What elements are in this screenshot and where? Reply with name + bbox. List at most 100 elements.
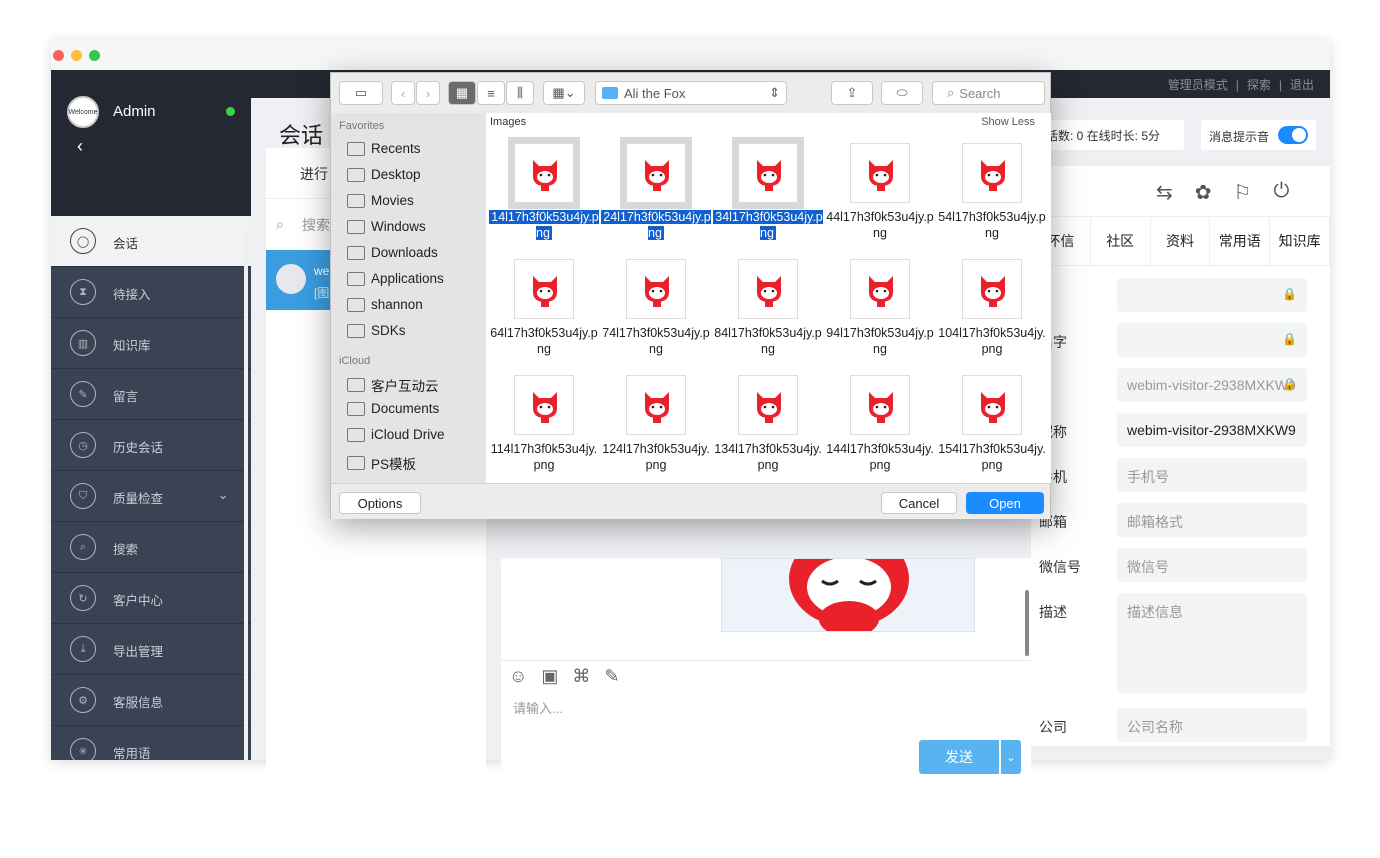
options-button[interactable]: Options [339,492,421,514]
avatar[interactable]: Welcome [67,96,99,128]
tab-1[interactable]: 社区 [1091,217,1151,265]
sidebar-item-10[interactable]: ✳ 常用语 [51,726,251,760]
tab-4[interactable]: 知识库 [1270,217,1330,265]
list-view-icon[interactable]: ≡ [477,81,505,105]
emoji-icon[interactable]: ☺ [509,666,527,687]
tab-ongoing[interactable]: 进行 [300,164,328,184]
sidebar-item-label: Applications [371,271,444,286]
attachment-icon[interactable]: ⌘ [572,666,590,687]
file-thumbnail[interactable]: 54l17h3f0k53u4jy.png [936,143,1048,241]
sidebar-item-shannon[interactable]: shannon [347,297,423,312]
session-name: we [314,264,330,278]
sidebar-item-9[interactable]: ⚙ 客服信息 [51,675,251,726]
chevron-down-icon[interactable]: ⌄ [217,486,229,503]
close-window-button[interactable] [53,50,64,61]
file-thumbnail[interactable]: 144l17h3f0k53u4jy.png [824,375,936,473]
explore-link[interactable]: 探索 [1247,78,1271,92]
sidebar-item-7[interactable]: ↻ 客户中心 [51,573,251,624]
sidebar-item-1[interactable]: ⧗ 待接入 [51,267,251,318]
back-chevron-icon[interactable]: ‹ [391,81,415,105]
zoom-window-button[interactable] [89,50,100,61]
power-icon[interactable]: ⏻ [1273,180,1289,205]
finder-search-input[interactable]: ⌕ Search [932,81,1045,105]
field-input[interactable]: 公司名称 [1117,708,1307,742]
sidebar-item-0[interactable]: ◯ 会话 [51,216,251,267]
icloud-item-0[interactable]: 客户互动云 [347,375,439,395]
sidebar-item-desktop[interactable]: Desktop [347,167,421,182]
arrange-icon[interactable]: ▦⌄ [543,81,585,105]
chat-scrollbar[interactable] [1025,590,1029,656]
sidebar-item-applications[interactable]: Applications [347,271,444,286]
file-thumbnail[interactable]: 154l17h3f0k53u4jy.png [936,375,1048,473]
file-name: 44l17h3f0k53u4jy.png [824,209,936,241]
sidebar-scrollbar[interactable] [244,230,248,760]
sidebar-item-windows[interactable]: Windows [347,219,426,234]
sidebar-item-6[interactable]: ⌕ 搜索 [51,522,251,573]
send-options-chevron-icon[interactable]: ⌄ [1001,740,1021,774]
file-thumbnail[interactable]: 14l17h3f0k53u4jy.png [488,137,600,241]
tab-3[interactable]: 常用语 [1210,217,1271,265]
minimize-window-button[interactable] [71,50,82,61]
sidebar-item-8[interactable]: ⤓ 导出管理 [51,624,251,675]
file-thumbnail[interactable]: 134l17h3f0k53u4jy.png [712,375,824,473]
download-icon [347,245,365,260]
field-input[interactable]: webim-visitor-2938MXKW9 [1117,413,1307,447]
sidebar-item-label: Windows [371,219,426,234]
file-name-text: 124l17h3f0k53u4jy.png [602,442,710,472]
field-input[interactable]: 微信号 [1117,548,1307,582]
image-icon[interactable]: ▣ [541,666,558,687]
cancel-button[interactable]: Cancel [881,492,957,514]
image-message[interactable] [721,558,975,632]
show-less-link[interactable]: Show Less [981,116,1035,128]
column-view-icon[interactable]: ⫼ [506,81,534,105]
file-name: 94l17h3f0k53u4jy.png [824,325,936,357]
search-input[interactable]: 搜索 [302,215,330,235]
download-icon: ⤓ [70,636,96,662]
file-thumbnail[interactable]: 124l17h3f0k53u4jy.png [600,375,712,473]
message-input[interactable]: 请输入... [513,698,563,717]
notify-toggle[interactable] [1278,126,1308,144]
icloud-item-1[interactable]: Documents [347,401,439,416]
sidebar-item-2[interactable]: ▥ 知识库 [51,318,251,369]
tag-icon[interactable]: ⬭ [881,81,923,105]
logout-link[interactable]: 退出 [1290,78,1314,92]
file-thumbnail[interactable]: 34l17h3f0k53u4jy.png [712,137,824,241]
sidebar-item-sdks[interactable]: SDKs [347,323,406,338]
file-thumbnail[interactable]: 64l17h3f0k53u4jy.png [488,259,600,357]
sidebar-item-movies[interactable]: Movies [347,193,414,208]
file-thumbnail[interactable]: 84l17h3f0k53u4jy.png [712,259,824,357]
field-input[interactable]: 手机号 [1117,458,1307,492]
admin-mode-link[interactable]: 管理员模式 [1168,78,1228,92]
sidebar-item-3[interactable]: ✎ 留言 [51,369,251,420]
sidebar-item-4[interactable]: ◷ 历史会话 [51,420,251,471]
sidebar-item-downloads[interactable]: Downloads [347,245,438,260]
transfer-icon[interactable]: ⇆ [1156,180,1173,205]
file-thumbnail[interactable]: 94l17h3f0k53u4jy.png [824,259,936,357]
icloud-item-2[interactable]: iCloud Drive [347,427,445,442]
sidebar-item-5[interactable]: ⛉ 质量检查 ⌄ [51,471,251,522]
open-button[interactable]: Open [966,492,1044,514]
icloud-item-3[interactable]: PS模板 [347,453,416,473]
file-thumbnail[interactable]: 74l17h3f0k53u4jy.png [600,259,712,357]
field-input[interactable]: 描述信息 [1117,593,1307,693]
file-thumbnail[interactable]: 44l17h3f0k53u4jy.png [824,143,936,241]
file-thumbnail[interactable]: 104l17h3f0k53u4jy.png [936,259,1048,357]
send-button[interactable]: 发送 [919,740,999,774]
file-name-text: 54l17h3f0k53u4jy.png [938,210,1046,240]
edit-icon[interactable]: ✎ [604,666,619,687]
path-popup[interactable]: Ali the Fox ⇕ [595,81,787,105]
file-thumbnail[interactable]: 114l17h3f0k53u4jy.png [488,375,600,473]
sidebar-item-recents[interactable]: Recents [347,141,421,156]
dialog-footer: Options Cancel Open [331,483,1050,519]
field-input[interactable]: 邮箱格式 [1117,503,1307,537]
flag-icon[interactable]: ⚐ [1234,180,1252,205]
icon-view-icon[interactable]: ▦ [448,81,476,105]
share-icon[interactable]: ⇪ [831,81,873,105]
sidebar-toggle-icon[interactable]: ▭ [339,81,383,105]
file-name: 84l17h3f0k53u4jy.png [712,325,824,357]
forward-chevron-icon[interactable]: › [416,81,440,105]
flower-icon[interactable]: ✿ [1195,180,1212,205]
tab-2[interactable]: 资料 [1151,217,1211,265]
chevron-left-icon[interactable]: ‹ [77,136,83,157]
file-thumbnail[interactable]: 24l17h3f0k53u4jy.png [600,137,712,241]
